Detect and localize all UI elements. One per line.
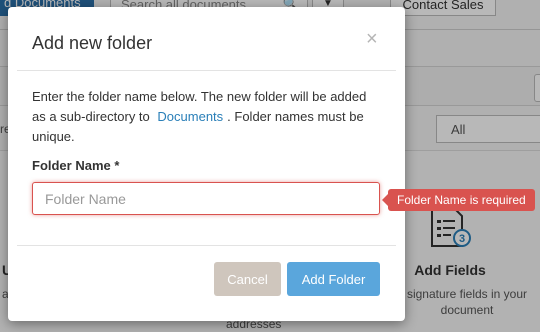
add-folder-button[interactable]: Add Folder [287,262,380,296]
dialog-description: Enter the folder name below. The new fol… [32,87,382,147]
documents-link[interactable]: Documents [153,109,227,124]
dialog-title: Add new folder [32,33,153,53]
close-icon[interactable]: × [366,29,378,49]
cancel-button[interactable]: Cancel [214,262,281,296]
folder-name-input[interactable] [32,182,380,215]
footer-divider [17,245,396,246]
add-folder-dialog: Add new folder × Enter the folder name b… [8,7,405,321]
header-divider [17,70,396,71]
validation-error-tooltip: Folder Name is required [382,189,535,211]
folder-name-label: Folder Name * [32,158,120,173]
